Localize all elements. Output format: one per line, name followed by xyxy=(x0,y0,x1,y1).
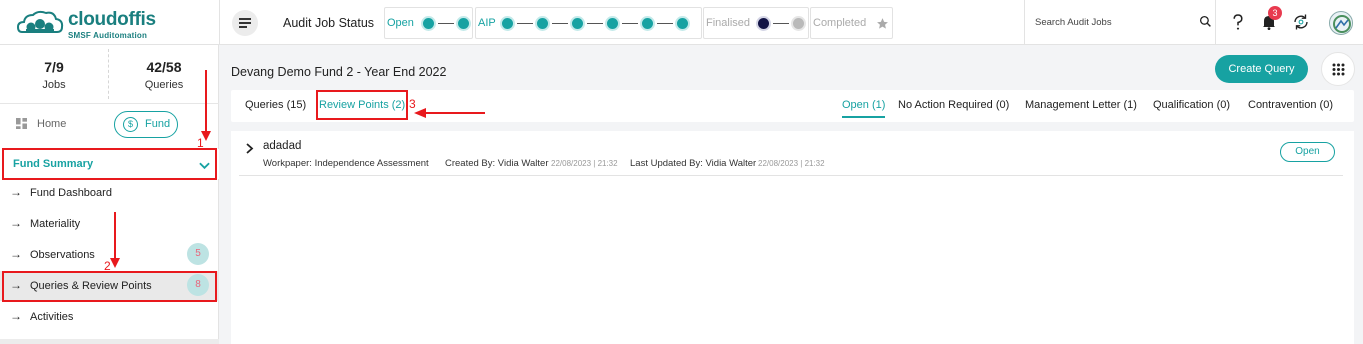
annotation-number-1: 1 xyxy=(197,136,204,150)
notification-badge: 3 xyxy=(1268,6,1282,20)
sidebar-item-label: Activities xyxy=(30,311,74,323)
stage-dot xyxy=(793,18,804,29)
brand-tagline: SMSF Auditomation xyxy=(68,31,148,40)
header-divider xyxy=(219,0,220,45)
queries-count: 42/58 xyxy=(146,59,182,75)
annotation-number-3: 3 xyxy=(409,97,416,111)
stage-aip-label: AIP xyxy=(478,17,496,29)
grid-dots-icon xyxy=(1332,63,1345,76)
menu-toggle-button[interactable] xyxy=(232,10,258,36)
search-icon[interactable] xyxy=(1199,15,1212,28)
menu-icon-line xyxy=(239,22,251,24)
tab-qualification[interactable]: Qualification (0) xyxy=(1153,99,1230,111)
brand-name: cloudoffis xyxy=(68,9,156,30)
stage-connector xyxy=(587,23,603,24)
sidebar-item-materiality[interactable]: → Materiality xyxy=(0,209,219,239)
stage-connector xyxy=(438,23,454,24)
top-header: cloudoffis SMSF Auditomation Audit Job S… xyxy=(0,0,1363,45)
fund-toggle-button[interactable]: $ Fund xyxy=(114,111,178,138)
arrow-right-icon: → xyxy=(10,247,22,261)
search-input[interactable] xyxy=(1035,14,1185,30)
stage-dot xyxy=(458,18,469,29)
user-avatar[interactable] xyxy=(1329,11,1353,35)
stage-dot xyxy=(642,18,653,29)
annotation-box-review-points-tab xyxy=(316,90,408,120)
avatar-icon xyxy=(1333,15,1351,33)
sidebar-footer-strip xyxy=(0,339,219,344)
stage-dot xyxy=(607,18,618,29)
stats-divider xyxy=(108,49,109,99)
stage-aip[interactable]: AIP xyxy=(475,7,702,39)
arrow-right-icon: → xyxy=(10,309,22,323)
jobs-count: 7/9 xyxy=(44,59,64,75)
stage-completed[interactable]: Completed xyxy=(810,7,893,39)
fund-label: Fund xyxy=(145,118,171,130)
stage-connector xyxy=(517,23,533,24)
brand-logo[interactable]: cloudoffis SMSF Auditomation xyxy=(16,6,156,40)
cloud-logo-icon xyxy=(16,10,64,33)
count-badge: 5 xyxy=(187,243,209,265)
created-by-label: Created By: Vidia Walter xyxy=(445,158,549,169)
tab-contravention[interactable]: Contravention (0) xyxy=(1248,99,1333,111)
stage-dot xyxy=(572,18,583,29)
stage-completed-label: Completed xyxy=(813,17,867,29)
sidebar-item-label: Fund Dashboard xyxy=(30,187,112,199)
divider xyxy=(0,103,219,104)
stage-connector xyxy=(773,23,789,24)
stage-dot xyxy=(677,18,688,29)
create-query-button[interactable]: Create Query xyxy=(1215,55,1308,83)
sync-icon[interactable] xyxy=(1292,13,1310,31)
annotation-box-queries-review xyxy=(2,271,217,302)
sidebar-item-label: Materiality xyxy=(30,218,81,230)
arrow-right-icon: → xyxy=(10,185,22,199)
stage-connector xyxy=(657,23,673,24)
audit-status-title: Audit Job Status xyxy=(283,16,375,30)
arrow-right-icon: → xyxy=(10,216,22,230)
updated-by-label: Last Updated By: Vidia Walter xyxy=(630,158,757,169)
stage-dot xyxy=(758,18,769,29)
status-badge[interactable]: Open xyxy=(1280,142,1335,162)
chevron-right-icon[interactable] xyxy=(246,143,254,154)
created-at-timestamp: 22/08/2023 | 21:32 xyxy=(551,159,618,168)
home-label: Home xyxy=(37,118,67,130)
help-icon[interactable] xyxy=(1231,14,1245,31)
stage-dot xyxy=(537,18,548,29)
stage-finalised[interactable]: Finalised xyxy=(703,7,809,39)
annotation-box-fund-summary xyxy=(2,148,217,180)
menu-icon-line xyxy=(239,26,247,28)
review-point-title: adadad xyxy=(263,140,302,152)
sidebar-item-activities[interactable]: → Activities xyxy=(0,302,219,332)
jobs-label: Jobs xyxy=(42,79,66,91)
workpaper-label: Workpaper: Independence Assessment xyxy=(263,158,429,169)
stage-connector xyxy=(622,23,638,24)
review-points-list: adadad Workpaper: Independence Assessmen… xyxy=(231,131,1354,344)
stage-connector xyxy=(552,23,568,24)
menu-icon xyxy=(239,18,251,20)
home-grid-icon xyxy=(16,118,27,129)
tab-queries[interactable]: Queries (15) xyxy=(245,99,306,111)
home-link[interactable]: Home xyxy=(16,116,96,134)
star-icon xyxy=(877,18,888,29)
page-title: Devang Demo Fund 2 - Year End 2022 xyxy=(231,65,447,79)
updated-at-timestamp: 22/08/2023 | 21:32 xyxy=(758,159,825,168)
stage-dot xyxy=(502,18,513,29)
queries-label: Queries xyxy=(144,79,184,91)
tab-management-letter[interactable]: Management Letter (1) xyxy=(1025,99,1137,111)
stage-open-label: Open xyxy=(387,17,414,29)
annotation-number-2: 2 xyxy=(104,259,111,273)
stage-open[interactable]: Open xyxy=(384,7,473,39)
apps-menu-button[interactable] xyxy=(1321,52,1355,86)
stage-finalised-label: Finalised xyxy=(706,17,751,29)
tab-open[interactable]: Open (1) xyxy=(842,99,886,118)
list-item[interactable]: adadad Workpaper: Independence Assessmen… xyxy=(239,136,1343,176)
sidebar-item-fund-dashboard[interactable]: → Fund Dashboard xyxy=(0,178,219,208)
stage-dot xyxy=(423,18,434,29)
search-box xyxy=(1024,0,1216,45)
dollar-icon: $ xyxy=(123,117,138,132)
tab-no-action-required[interactable]: No Action Required (0) xyxy=(898,99,1009,111)
sidebar-item-label: Observations xyxy=(30,249,95,261)
